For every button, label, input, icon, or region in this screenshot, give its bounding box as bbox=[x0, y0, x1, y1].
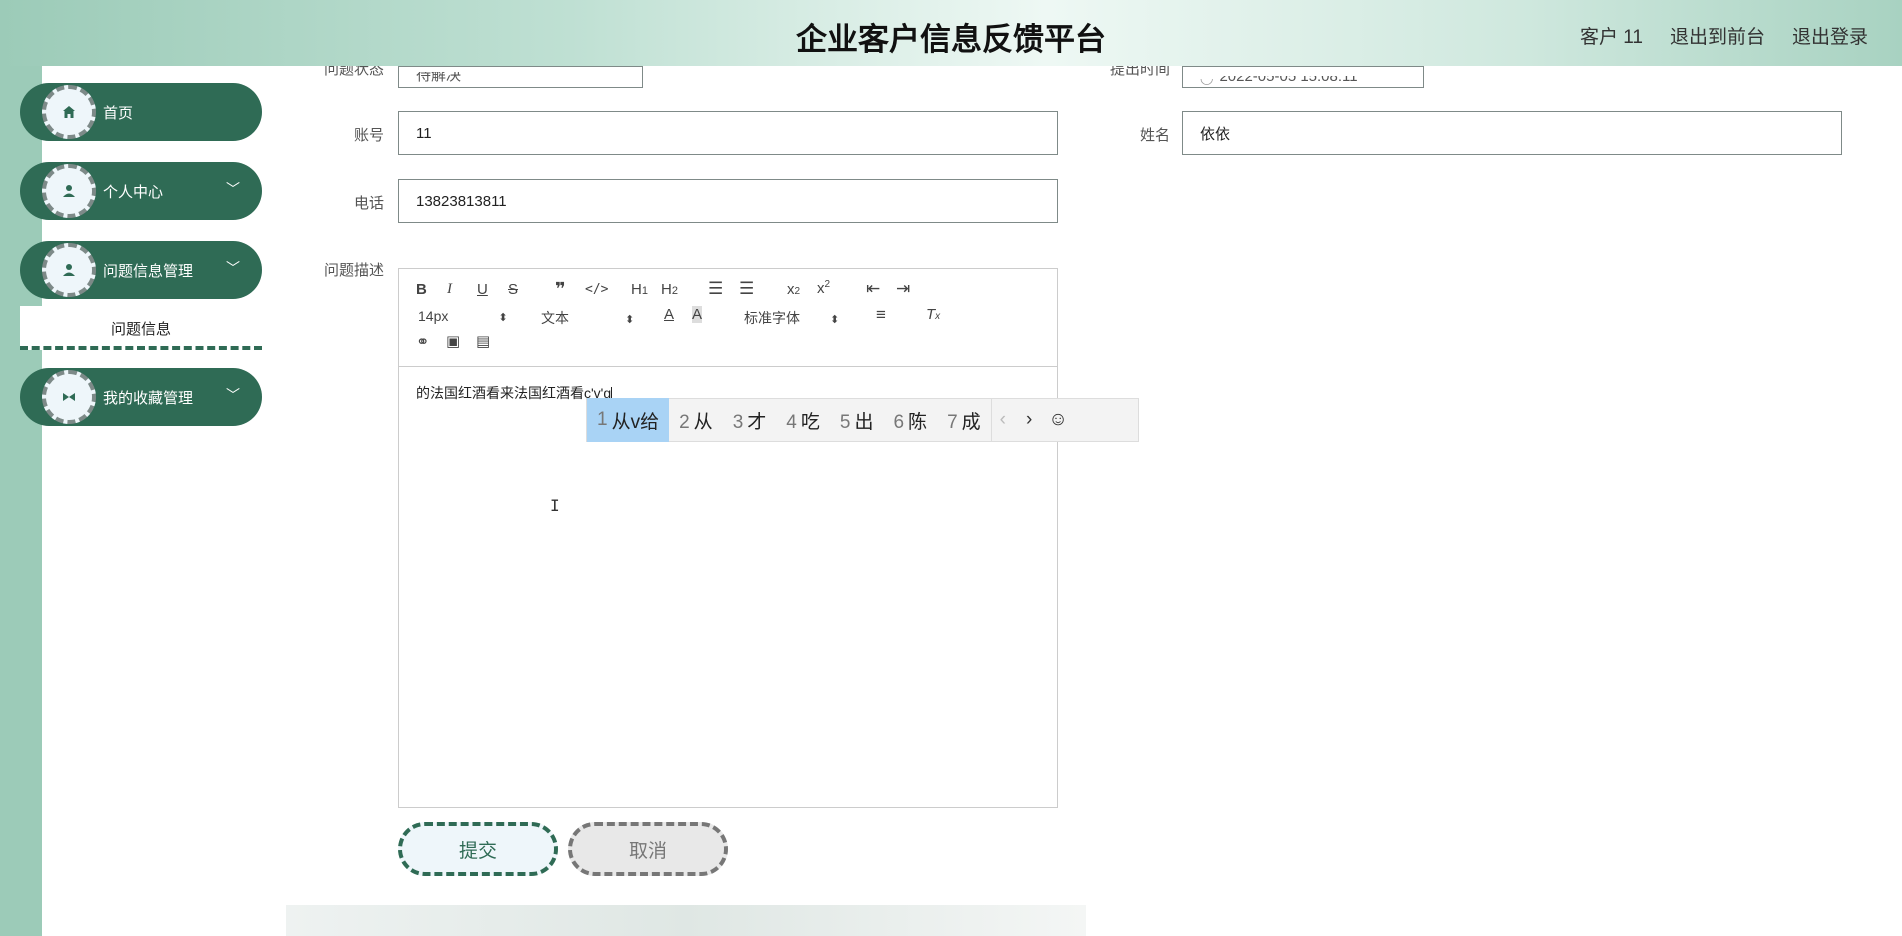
align-icon[interactable]: ≡ bbox=[876, 305, 886, 325]
editor-content[interactable]: 的法国红酒看来法国红酒看c'v'g bbox=[416, 383, 613, 403]
account-label: 账号 bbox=[353, 127, 384, 144]
strikethrough-icon[interactable]: S bbox=[508, 281, 518, 298]
phone-label: 电话 bbox=[353, 195, 384, 212]
ime-next-icon[interactable]: › bbox=[1014, 409, 1044, 431]
clock-icon: ◯ bbox=[1200, 71, 1214, 85]
name-field[interactable]: 依依 bbox=[1182, 111, 1842, 155]
name-label: 姓名 bbox=[1139, 127, 1170, 144]
ime-prev-icon[interactable]: ‹ bbox=[990, 398, 1014, 442]
sidebar-item-home[interactable]: 首页 bbox=[20, 83, 262, 141]
bold-icon[interactable]: B bbox=[416, 281, 427, 298]
ime-candidate[interactable]: 7成 bbox=[937, 407, 991, 434]
ime-candidate[interactable]: 5出 bbox=[830, 407, 884, 434]
font-color-icon[interactable]: A bbox=[664, 306, 674, 323]
sidebar-item-issue-management[interactable]: 问题信息管理 ﹀ bbox=[20, 241, 262, 299]
ime-candidate[interactable]: 2从 bbox=[669, 407, 723, 434]
outdent-icon[interactable]: ⇤ bbox=[866, 279, 880, 299]
user-icon bbox=[42, 243, 96, 297]
ime-candidate[interactable]: 6陈 bbox=[883, 407, 937, 434]
status-value: 待解决 bbox=[416, 67, 462, 84]
ime-candidate-bar: 1 从v给 2从 3才 4吃 5出 6陈 7成 ‹ › ☺ bbox=[586, 398, 1139, 442]
heading1-icon[interactable]: H1 bbox=[631, 281, 648, 298]
bullet-list-icon[interactable]: ☰ bbox=[739, 279, 754, 299]
text-type-select[interactable]: 文本 ⬍ bbox=[541, 308, 634, 328]
font-size-select[interactable]: 14px ⬍ bbox=[418, 308, 508, 324]
image-icon[interactable]: ▣ bbox=[446, 332, 460, 350]
code-block-icon[interactable]: </> bbox=[585, 282, 608, 297]
main-bottom-decoration bbox=[286, 905, 1086, 936]
subscript-icon[interactable]: x2 bbox=[787, 281, 800, 298]
chevron-down-icon: ﹀ bbox=[226, 387, 240, 403]
cancel-button[interactable]: 取消 bbox=[568, 822, 728, 876]
editor-toolbar: B I U S ❞ </> H1 H2 ☰ ☰ x2 x2 ⇤ ⇥ 14px ⬍ … bbox=[399, 269, 1057, 367]
sidebar-item-label: 个人中心 bbox=[103, 184, 164, 201]
chevron-down-icon: ﹀ bbox=[226, 260, 240, 276]
sidebar-subitem-issue-info[interactable]: 问题信息 bbox=[20, 306, 262, 350]
header-links: 客户 11 退出到前台 退出登录 bbox=[1580, 22, 1868, 49]
blockquote-icon[interactable]: ❞ bbox=[555, 279, 566, 300]
description-label: 问题描述 bbox=[323, 262, 384, 279]
time-field[interactable]: ◯ 2022-05-05 15:08:11 bbox=[1182, 66, 1424, 88]
rich-text-editor: B I U S ❞ </> H1 H2 ☰ ☰ x2 x2 ⇤ ⇥ 14px ⬍ … bbox=[398, 268, 1058, 808]
font-family-select[interactable]: 标准字体 ⬍ bbox=[744, 308, 839, 328]
ime-candidate[interactable]: 4吃 bbox=[776, 407, 830, 434]
bookmark-icon bbox=[42, 370, 96, 424]
top-header: 企业客户信息反馈平台 客户 11 退出到前台 退出登录 bbox=[0, 0, 1902, 66]
phone-field[interactable]: 13823813811 bbox=[398, 179, 1058, 223]
account-field[interactable]: 11 bbox=[398, 111, 1058, 155]
sidebar: 首页 个人中心 ﹀ 问题信息管理 ﹀ 问题信息 我的收藏管理 ﹀ bbox=[0, 66, 286, 936]
heading2-icon[interactable]: H2 bbox=[661, 281, 678, 298]
sidebar-item-label: 我的收藏管理 bbox=[103, 390, 194, 407]
emoji-icon[interactable]: ☺ bbox=[1044, 409, 1071, 431]
logout-link[interactable]: 退出登录 bbox=[1792, 22, 1868, 49]
sidebar-item-label: 首页 bbox=[103, 105, 134, 122]
sidebar-item-favorites-management[interactable]: 我的收藏管理 ﹀ bbox=[20, 368, 262, 426]
phone-value: 13823813811 bbox=[416, 192, 507, 210]
ordered-list-icon[interactable]: ☰ bbox=[708, 279, 723, 299]
home-icon bbox=[42, 85, 96, 139]
link-icon[interactable]: ⚭ bbox=[416, 332, 429, 352]
sidebar-item-label: 问题信息管理 bbox=[103, 263, 194, 280]
ime-candidate[interactable]: 1 从v给 bbox=[587, 398, 670, 442]
chevron-down-icon: ﹀ bbox=[226, 181, 240, 197]
video-icon[interactable]: ▤ bbox=[476, 332, 490, 350]
italic-icon[interactable]: I bbox=[447, 281, 452, 298]
time-value: 2022-05-05 15:08:11 bbox=[1219, 68, 1358, 85]
submit-button[interactable]: 提交 bbox=[398, 822, 558, 876]
superscript-icon[interactable]: x2 bbox=[817, 279, 830, 297]
back-to-front-link[interactable]: 退出到前台 bbox=[1670, 22, 1765, 49]
background-color-icon[interactable]: A bbox=[692, 306, 703, 323]
font-size-value: 14px bbox=[418, 308, 449, 324]
sidebar-item-personal-center[interactable]: 个人中心 ﹀ bbox=[20, 162, 262, 220]
underline-icon[interactable]: U bbox=[477, 281, 488, 298]
font-family-value: 标准字体 bbox=[744, 310, 800, 326]
text-cursor-icon: I bbox=[550, 496, 560, 515]
clear-format-icon[interactable]: Tx bbox=[926, 306, 940, 323]
ime-candidate[interactable]: 3才 bbox=[723, 407, 777, 434]
account-value: 11 bbox=[416, 124, 432, 142]
user-label[interactable]: 客户 11 bbox=[1580, 22, 1643, 49]
user-icon bbox=[42, 164, 96, 218]
name-value: 依依 bbox=[1200, 125, 1231, 143]
text-type-value: 文本 bbox=[541, 310, 569, 326]
status-select[interactable]: 待解决 bbox=[398, 66, 643, 88]
indent-icon[interactable]: ⇥ bbox=[896, 279, 910, 299]
editor-text-value: 的法国红酒看来法国红酒看c'v'g bbox=[416, 385, 612, 401]
